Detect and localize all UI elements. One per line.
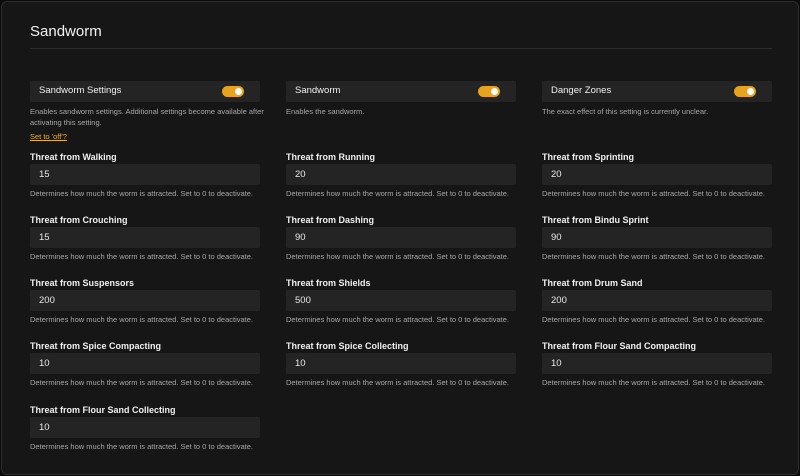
threat-drum-sand-input[interactable]	[542, 290, 772, 311]
reset-off-link[interactable]: Set to 'off'?	[30, 132, 67, 141]
toggle-label: Sandworm	[295, 85, 341, 96]
toggle-switch[interactable]	[478, 86, 500, 97]
field-help: Determines how much the worm is attracte…	[30, 442, 254, 451]
toggle-danger-zones[interactable]: Danger Zones	[542, 81, 772, 102]
field-help: Determines how much the worm is attracte…	[30, 378, 254, 387]
toggle-description: Enables sandworm settings. Additional se…	[30, 107, 264, 127]
field-help: Determines how much the worm is attracte…	[542, 189, 766, 198]
toggle-switch[interactable]	[222, 86, 244, 97]
threat-bindu-sprint-input[interactable]	[542, 227, 772, 248]
page-title: Sandworm	[30, 23, 102, 40]
field-help: Determines how much the worm is attracte…	[542, 252, 766, 261]
field-label-crouching: Threat from Crouching	[30, 215, 128, 225]
toggle-sandworm[interactable]: Sandworm	[286, 81, 516, 102]
threat-suspensors-input[interactable]	[30, 290, 260, 311]
toggle-label: Danger Zones	[551, 85, 612, 96]
switch-knob	[491, 88, 498, 95]
title-divider	[30, 48, 772, 49]
field-label-suspensors: Threat from Suspensors	[30, 278, 135, 288]
field-label-bindu-sprint: Threat from Bindu Sprint	[542, 215, 649, 225]
field-help: Determines how much the worm is attracte…	[286, 252, 510, 261]
field-label-shields: Threat from Shields	[286, 278, 371, 288]
field-label-flour-sand-collecting: Threat from Flour Sand Collecting	[30, 405, 176, 415]
field-help: Determines how much the worm is attracte…	[286, 378, 510, 387]
toggle-description: Enables the sandworm.	[286, 107, 365, 116]
field-help: Determines how much the worm is attracte…	[542, 378, 766, 387]
threat-dashing-input[interactable]	[286, 227, 516, 248]
threat-flour-sand-collecting-input[interactable]	[30, 417, 260, 438]
field-help: Determines how much the worm is attracte…	[286, 315, 510, 324]
field-help: Determines how much the worm is attracte…	[30, 189, 254, 198]
field-label-dashing: Threat from Dashing	[286, 215, 375, 225]
field-label-drum-sand: Threat from Drum Sand	[542, 278, 643, 288]
toggle-switch[interactable]	[734, 86, 756, 97]
field-help: Determines how much the worm is attracte…	[30, 252, 254, 261]
toggle-sandworm-settings[interactable]: Sandworm Settings	[30, 81, 260, 102]
threat-spice-compacting-input[interactable]	[30, 353, 260, 374]
field-help: Determines how much the worm is attracte…	[286, 189, 510, 198]
field-label-spice-collecting: Threat from Spice Collecting	[286, 341, 409, 351]
threat-sprinting-input[interactable]	[542, 164, 772, 185]
toggle-description: The exact effect of this setting is curr…	[542, 107, 709, 116]
settings-panel: Sandworm Sandworm Settings Enables sandw…	[1, 1, 799, 475]
field-label-flour-sand-compacting: Threat from Flour Sand Compacting	[542, 341, 697, 351]
switch-knob	[235, 88, 242, 95]
field-label-sprinting: Threat from Sprinting	[542, 152, 634, 162]
field-label-running: Threat from Running	[286, 152, 375, 162]
threat-walking-input[interactable]	[30, 164, 260, 185]
switch-knob	[747, 88, 754, 95]
threat-running-input[interactable]	[286, 164, 516, 185]
field-label-spice-compacting: Threat from Spice Compacting	[30, 341, 162, 351]
threat-shields-input[interactable]	[286, 290, 516, 311]
field-help: Determines how much the worm is attracte…	[30, 315, 254, 324]
threat-flour-sand-compacting-input[interactable]	[542, 353, 772, 374]
threat-spice-collecting-input[interactable]	[286, 353, 516, 374]
toggle-label: Sandworm Settings	[39, 85, 122, 96]
field-label-walking: Threat from Walking	[30, 152, 117, 162]
field-help: Determines how much the worm is attracte…	[542, 315, 766, 324]
threat-crouching-input[interactable]	[30, 227, 260, 248]
